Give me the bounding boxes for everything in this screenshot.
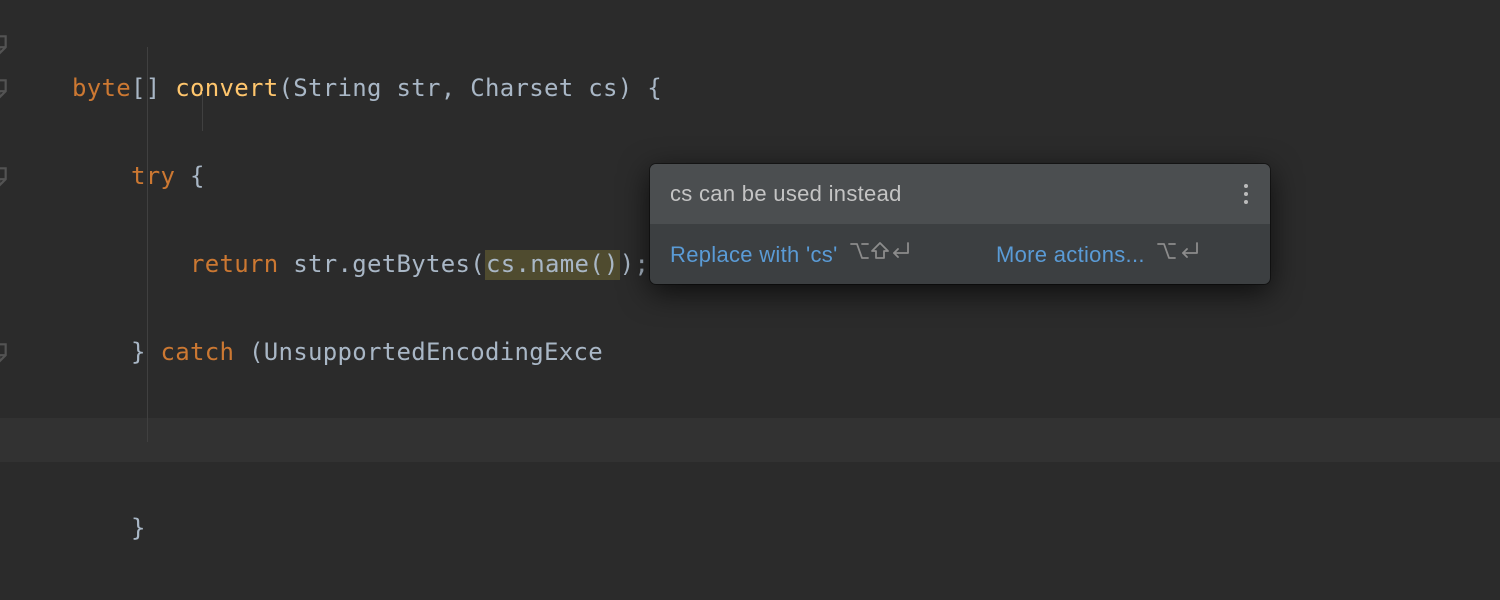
- code-line: } catch (UnsupportedEncodingExce: [72, 330, 662, 374]
- more-actions-link[interactable]: More actions...: [996, 242, 1145, 267]
- code-line: return null;: [72, 594, 662, 600]
- popup-actions-row: Replace with 'cs' Mor: [650, 224, 1270, 284]
- code-block: byte[] convert(String str, Charset cs) {…: [72, 22, 662, 600]
- editor-gutter: [0, 22, 30, 286]
- popup-header: cs can be used instead: [650, 164, 1270, 224]
- shortcut-hint: [1157, 240, 1199, 262]
- gutter-override-icon[interactable]: [0, 164, 10, 190]
- popup-title: cs can be used instead: [670, 183, 902, 205]
- gutter-override-icon[interactable]: [0, 76, 10, 102]
- code-line: byte[] convert(String str, Charset cs) {: [72, 66, 662, 110]
- code-line: return str.getBytes(cs.name());: [72, 242, 662, 286]
- code-line: try {: [72, 154, 662, 198]
- more-options-icon[interactable]: [1240, 180, 1252, 208]
- inspection-highlight[interactable]: cs.name(): [485, 250, 620, 280]
- gutter-override-icon[interactable]: [0, 32, 10, 58]
- inspection-popup: cs can be used instead Replace with 'cs': [650, 164, 1270, 284]
- quickfix-replace-link[interactable]: Replace with 'cs': [670, 242, 838, 267]
- code-line: }: [72, 506, 662, 550]
- code-line: [72, 418, 662, 462]
- shortcut-hint: [850, 240, 910, 262]
- gutter-override-icon[interactable]: [0, 340, 10, 366]
